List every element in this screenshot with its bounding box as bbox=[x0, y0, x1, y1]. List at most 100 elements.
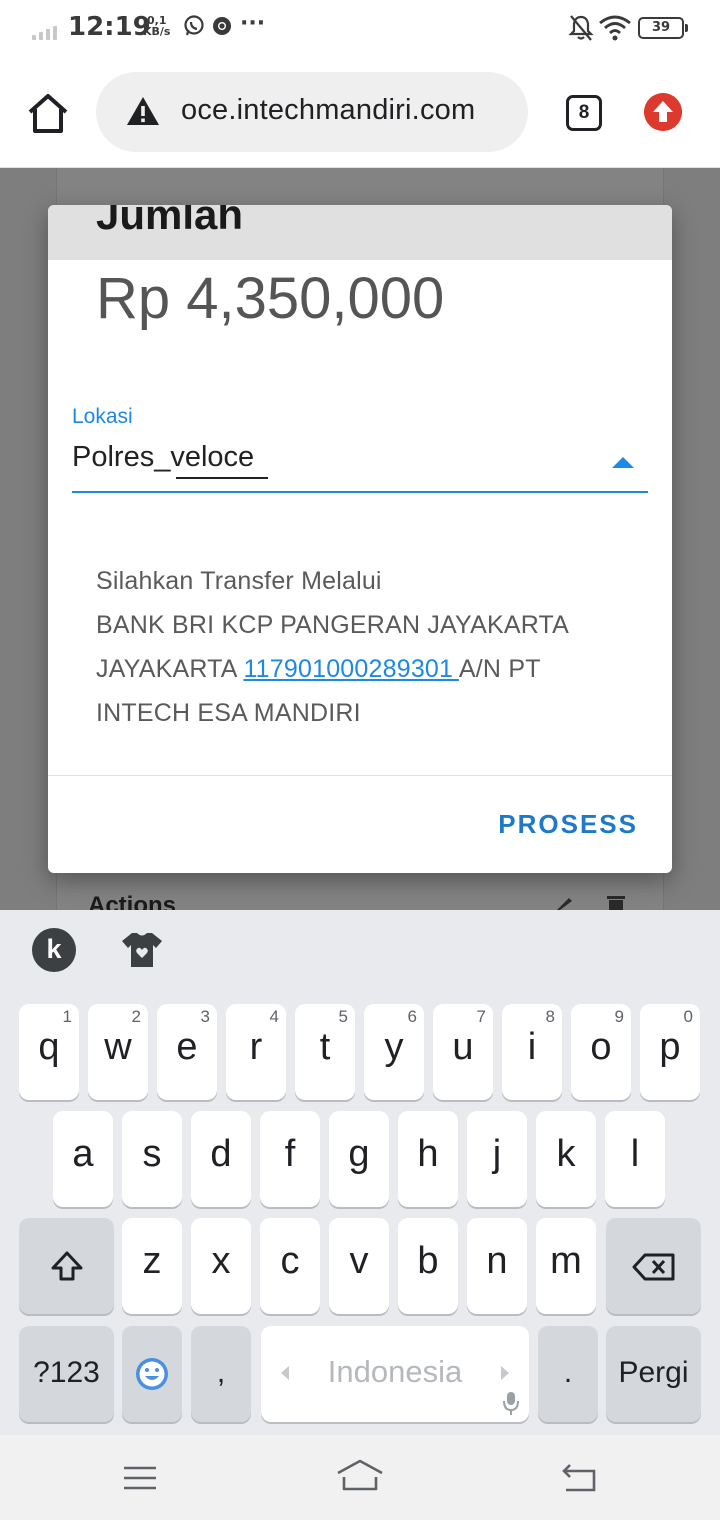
key-hint-number: 1 bbox=[62, 1007, 72, 1026]
key-label: z bbox=[142, 1240, 162, 1282]
space-key-label: Indonesia bbox=[327, 1354, 463, 1389]
payment-dialog: Jumlah Rp 4,350,000 Lokasi Polres_veloce… bbox=[48, 205, 672, 873]
key-hint-number: 5 bbox=[338, 1007, 348, 1026]
key-hint-number: 0 bbox=[683, 1007, 693, 1026]
key-label: t bbox=[319, 1026, 331, 1068]
back-icon[interactable] bbox=[560, 1463, 598, 1493]
emoji-icon bbox=[136, 1358, 168, 1390]
key-c[interactable]: c bbox=[260, 1218, 320, 1314]
period-key[interactable]: . bbox=[538, 1326, 598, 1422]
battery-icon: 39 bbox=[638, 17, 688, 39]
key-label: j bbox=[492, 1133, 502, 1175]
key-label: m bbox=[550, 1240, 582, 1282]
tab-count: 8 bbox=[578, 102, 590, 123]
backspace-icon bbox=[632, 1253, 675, 1281]
key-label: d bbox=[210, 1133, 232, 1175]
key-h[interactable]: h bbox=[398, 1111, 458, 1207]
key-q[interactable]: 1q bbox=[19, 1004, 79, 1100]
backspace-key[interactable] bbox=[606, 1218, 701, 1314]
key-x[interactable]: x bbox=[191, 1218, 251, 1314]
location-label: Lokasi bbox=[72, 405, 133, 428]
key-label: x bbox=[211, 1240, 231, 1282]
key-f[interactable]: f bbox=[260, 1111, 320, 1207]
home-icon[interactable] bbox=[26, 92, 70, 134]
account-number-link[interactable]: 117901000289301 bbox=[243, 655, 458, 683]
key-r[interactable]: 4r bbox=[226, 1004, 286, 1100]
warning-icon[interactable] bbox=[126, 96, 160, 126]
menu-icon[interactable] bbox=[122, 1465, 158, 1491]
key-label: h bbox=[417, 1133, 439, 1175]
key-k[interactable]: k bbox=[536, 1111, 596, 1207]
dialog-title: Jumlah bbox=[96, 205, 244, 238]
key-label: b bbox=[417, 1240, 439, 1282]
address-bar[interactable]: oce.intechmandiri.com bbox=[96, 72, 528, 152]
update-icon[interactable] bbox=[644, 93, 682, 131]
key-m[interactable]: m bbox=[536, 1218, 596, 1314]
key-label: p bbox=[659, 1026, 681, 1068]
enter-key[interactable]: Pergi bbox=[606, 1326, 701, 1422]
url-text[interactable]: oce.intechmandiri.com bbox=[181, 94, 475, 127]
wifi-icon bbox=[599, 15, 631, 41]
transfer-line-3-prefix: JAYAKARTA bbox=[96, 655, 244, 683]
key-u[interactable]: 7u bbox=[433, 1004, 493, 1100]
space-right-arrow-icon bbox=[501, 1366, 509, 1380]
space-key[interactable]: Indonesia bbox=[261, 1326, 529, 1422]
key-s[interactable]: s bbox=[122, 1111, 182, 1207]
key-label: y bbox=[384, 1026, 404, 1068]
key-hint-number: 6 bbox=[407, 1007, 417, 1026]
key-label: u bbox=[452, 1026, 474, 1068]
key-n[interactable]: n bbox=[467, 1218, 527, 1314]
emoji-key[interactable] bbox=[122, 1326, 182, 1422]
key-z[interactable]: z bbox=[122, 1218, 182, 1314]
key-hint-number: 7 bbox=[476, 1007, 486, 1026]
key-b[interactable]: b bbox=[398, 1218, 458, 1314]
whatsapp-icon bbox=[184, 15, 204, 36]
key-label: q bbox=[38, 1026, 60, 1068]
key-e[interactable]: 3e bbox=[157, 1004, 217, 1100]
key-hint-number: 2 bbox=[131, 1007, 141, 1026]
key-label: a bbox=[72, 1133, 94, 1175]
key-i[interactable]: 8i bbox=[502, 1004, 562, 1100]
transfer-line-3-suffix: A/N PT bbox=[458, 655, 541, 683]
battery-level: 39 bbox=[651, 20, 671, 35]
tab-switcher-button[interactable]: 8 bbox=[566, 95, 602, 131]
soft-keyboard: k 1q2w3e4r5t6y7u8i9o0p asdfghjkl zxcvbnm… bbox=[0, 910, 720, 1435]
key-l[interactable]: l bbox=[605, 1111, 665, 1207]
key-d[interactable]: d bbox=[191, 1111, 251, 1207]
comma-key[interactable]: , bbox=[191, 1326, 251, 1422]
key-p[interactable]: 0p bbox=[640, 1004, 700, 1100]
browser-toolbar: oce.intechmandiri.com 8 bbox=[0, 58, 720, 168]
symbols-key[interactable]: ?123 bbox=[19, 1326, 114, 1422]
network-speed-unit: KB/s bbox=[143, 25, 171, 38]
caret-up-icon[interactable] bbox=[612, 457, 634, 468]
key-t[interactable]: 5t bbox=[295, 1004, 355, 1100]
location-value[interactable]: Polres_veloce bbox=[72, 441, 254, 474]
key-hint-number: 8 bbox=[545, 1007, 555, 1026]
process-button[interactable]: PROSESS bbox=[498, 809, 638, 840]
dialog-divider bbox=[48, 775, 672, 776]
transfer-instructions: Silahkan Transfer Melalui BANK BRI KCP P… bbox=[96, 559, 636, 735]
location-select[interactable]: Polres_veloce bbox=[72, 437, 648, 493]
key-label: n bbox=[486, 1240, 508, 1282]
status-bar: 12:19 0,1 KB/s ··· 39 bbox=[0, 0, 720, 58]
key-hint-number: 4 bbox=[269, 1007, 279, 1026]
home-nav-icon[interactable] bbox=[336, 1459, 384, 1493]
keyboard-logo-icon[interactable]: k bbox=[32, 928, 76, 972]
shift-key[interactable] bbox=[19, 1218, 114, 1314]
signal-icon bbox=[32, 22, 62, 40]
delete-icon bbox=[607, 896, 625, 910]
chrome-icon bbox=[213, 17, 231, 35]
dialog-header: Jumlah bbox=[48, 205, 672, 260]
key-j[interactable]: j bbox=[467, 1111, 527, 1207]
key-v[interactable]: v bbox=[329, 1218, 389, 1314]
transfer-line-3: JAYAKARTA 117901000289301 A/N PT bbox=[96, 647, 636, 691]
key-o[interactable]: 9o bbox=[571, 1004, 631, 1100]
key-label: g bbox=[348, 1133, 370, 1175]
key-g[interactable]: g bbox=[329, 1111, 389, 1207]
theme-shirt-icon[interactable] bbox=[120, 930, 164, 970]
key-w[interactable]: 2w bbox=[88, 1004, 148, 1100]
key-y[interactable]: 6y bbox=[364, 1004, 424, 1100]
amount-value: Rp 4,350,000 bbox=[96, 266, 445, 331]
key-a[interactable]: a bbox=[53, 1111, 113, 1207]
more-notifications: ··· bbox=[240, 11, 266, 36]
